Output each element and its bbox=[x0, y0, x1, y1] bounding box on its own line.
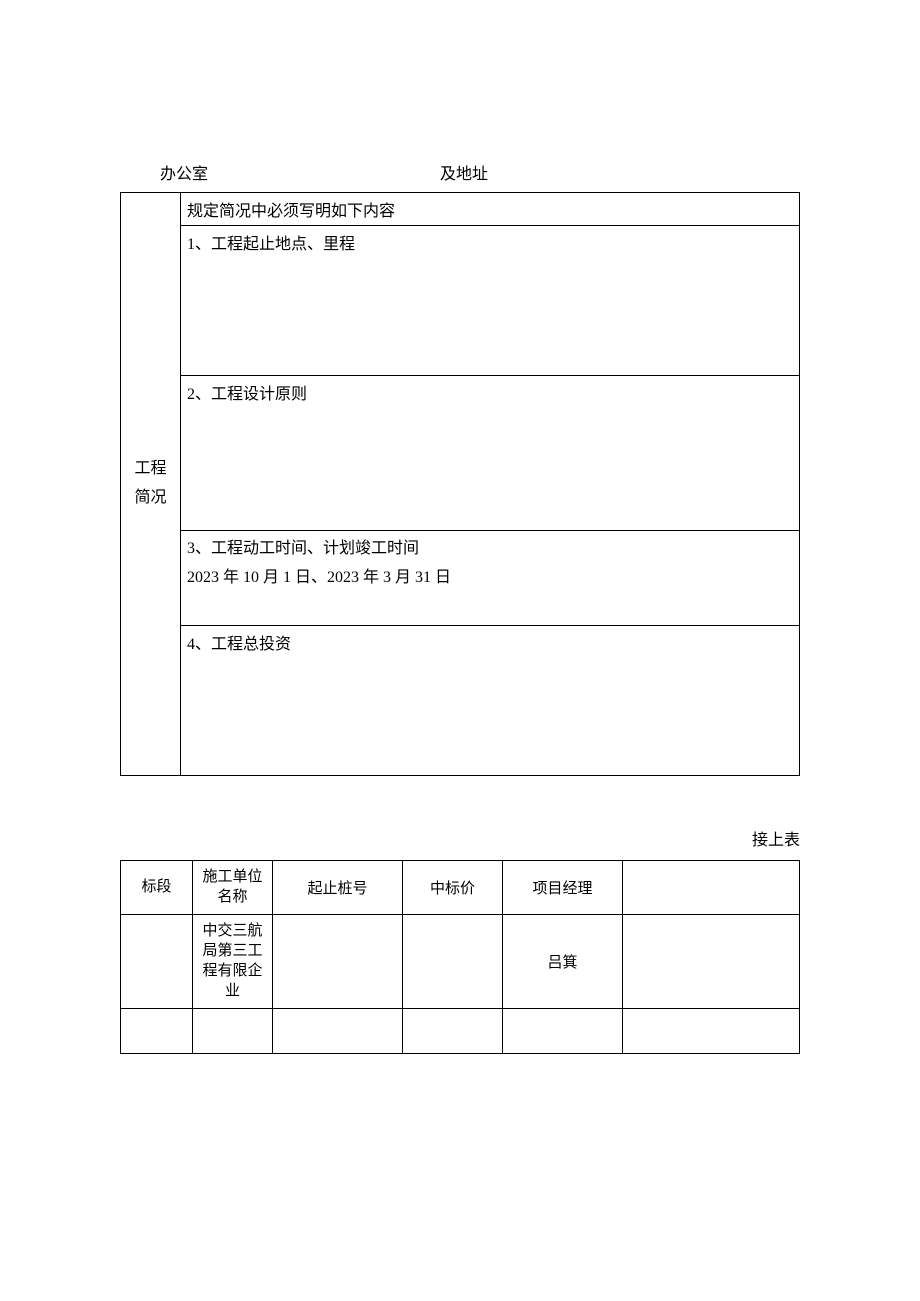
table-header-row: 标段 施工单位名称 起止桩号 中标价 项目经理 bbox=[121, 861, 800, 915]
overview-row-4: 4、工程总投资 bbox=[181, 626, 800, 776]
cell-contractor: 中交三航局第三工程有限企业 bbox=[193, 914, 273, 1008]
overview-row-intro: 规定简况中必须写明如下内容 bbox=[181, 193, 800, 226]
table-row: 中交三航局第三工程有限企业 吕箕 bbox=[121, 914, 800, 1008]
header-contractor: 施工单位名称 bbox=[193, 861, 273, 915]
side-label: 工程简况 bbox=[121, 193, 181, 776]
cell-pm: 吕箕 bbox=[503, 914, 623, 1008]
header-pm: 项目经理 bbox=[503, 861, 623, 915]
cell-contractor bbox=[193, 1008, 273, 1053]
header-blank bbox=[623, 861, 800, 915]
cell-stake bbox=[273, 1008, 403, 1053]
header-stake: 起止桩号 bbox=[273, 861, 403, 915]
cell-bid bbox=[403, 914, 503, 1008]
cell-section bbox=[121, 1008, 193, 1053]
overview-row-1: 1、工程起止地点、里程 bbox=[181, 226, 800, 376]
header-bid: 中标价 bbox=[403, 861, 503, 915]
overview-row-3: 3、工程动工时间、计划竣工时间2023 年 10 月 1 日、2023 年 3 … bbox=[181, 531, 800, 626]
cell-stake bbox=[273, 914, 403, 1008]
cell-pm bbox=[503, 1008, 623, 1053]
side-label-text: 工程简况 bbox=[134, 460, 166, 506]
cell-section bbox=[121, 914, 193, 1008]
overview-row-2: 2、工程设计原则 bbox=[181, 376, 800, 531]
cell-bid bbox=[403, 1008, 503, 1053]
header-right-text: 及地址 bbox=[440, 160, 800, 184]
header-left-text: 办公室 bbox=[160, 160, 440, 184]
contractor-table: 标段 施工单位名称 起止桩号 中标价 项目经理 中交三航局第三工程有限企业 吕箕 bbox=[120, 860, 800, 1054]
cell-blank bbox=[623, 914, 800, 1008]
header-row: 办公室 及地址 bbox=[120, 160, 800, 184]
header-section: 标段 bbox=[121, 861, 193, 915]
continue-label: 接上表 bbox=[120, 826, 800, 850]
table-row bbox=[121, 1008, 800, 1053]
project-overview-table: 工程简况 规定简况中必须写明如下内容 1、工程起止地点、里程 2、工程设计原则 … bbox=[120, 192, 800, 776]
cell-blank bbox=[623, 1008, 800, 1053]
